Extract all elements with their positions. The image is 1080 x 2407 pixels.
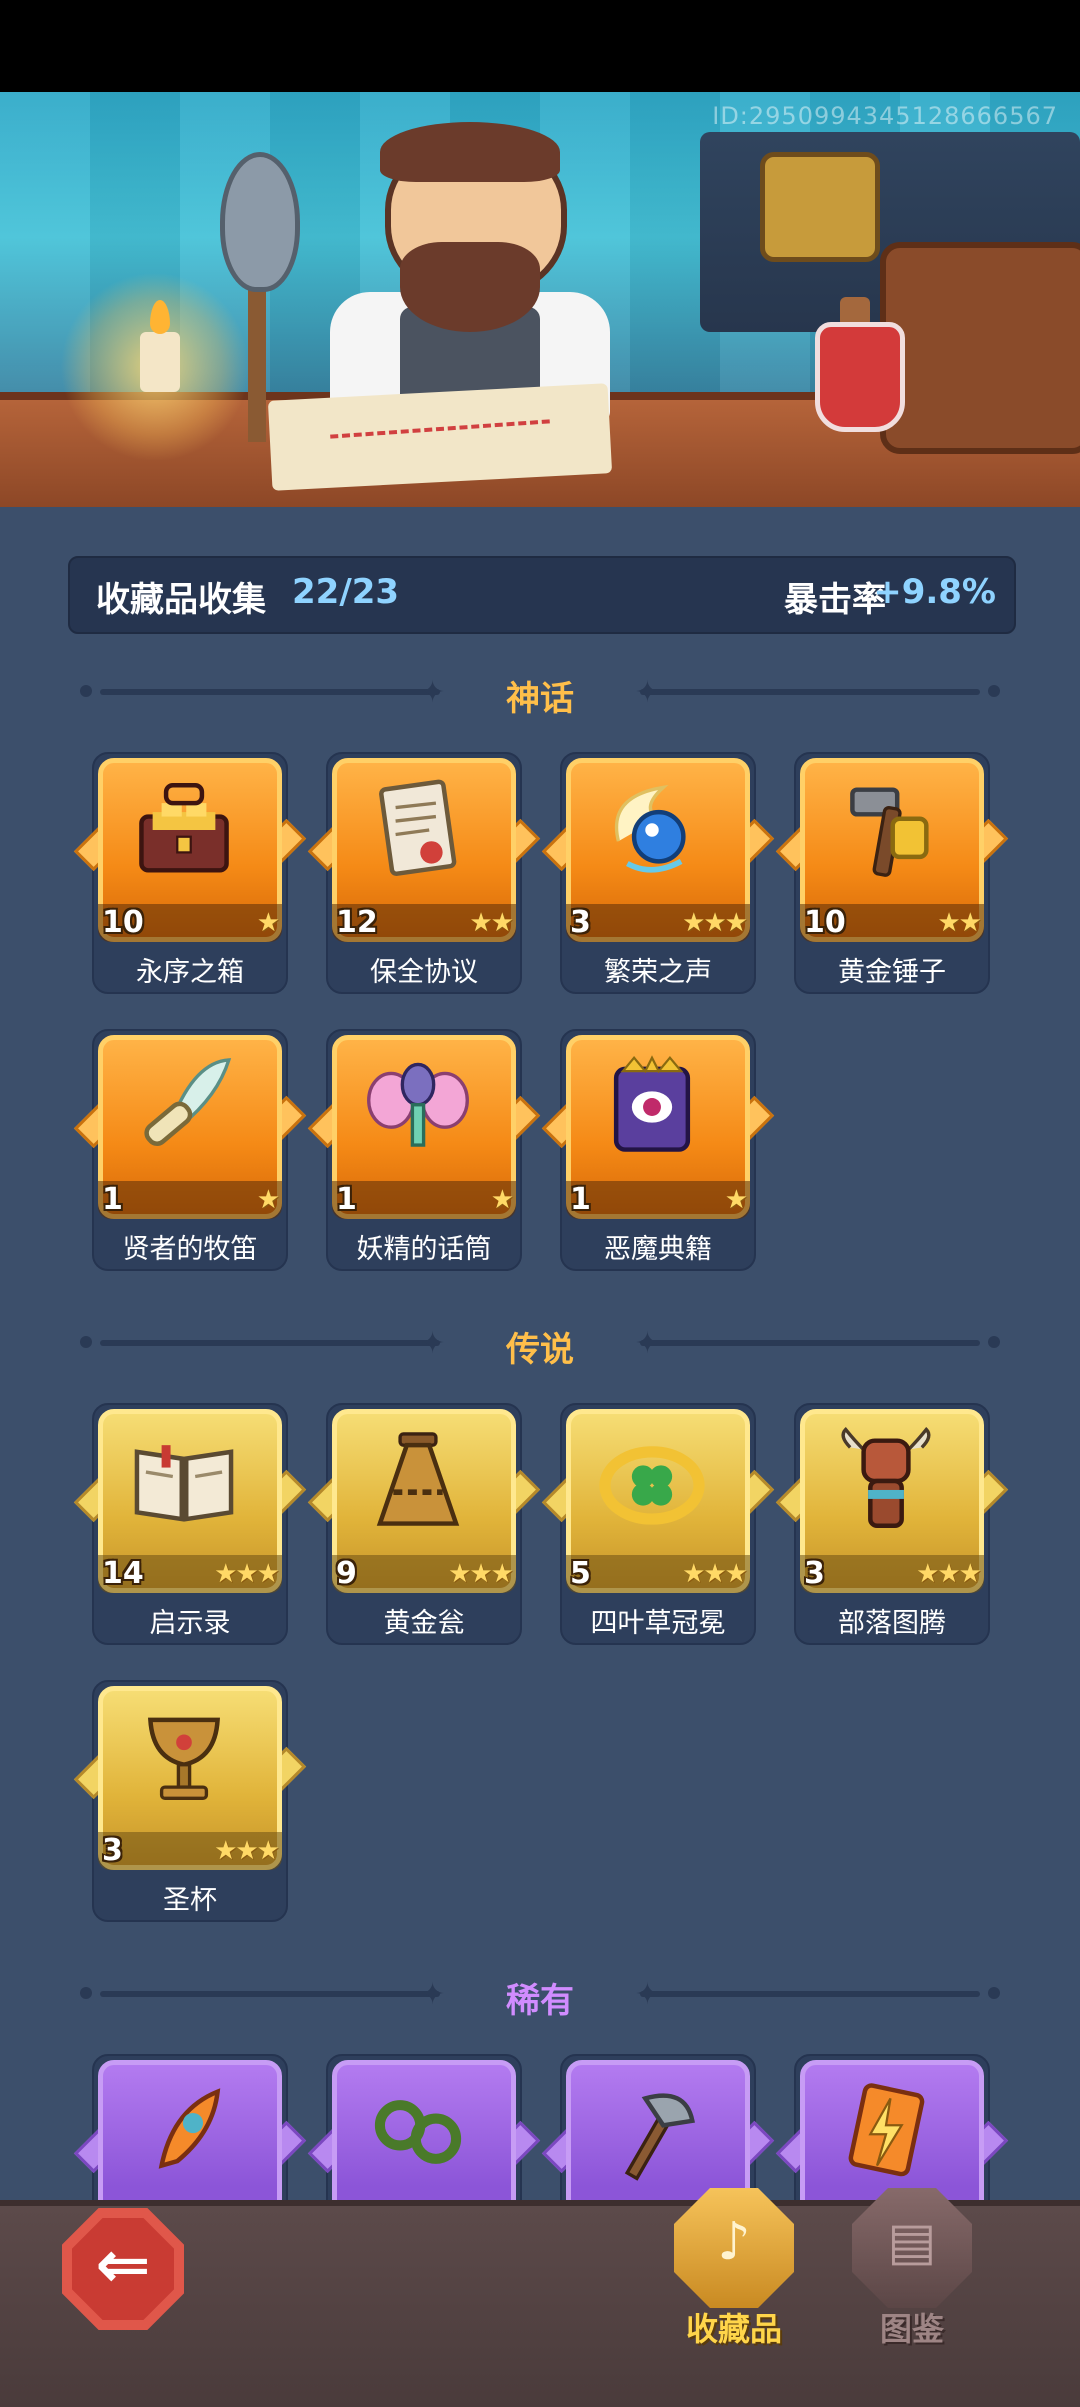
- golden-hammer-icon: [850, 787, 929, 877]
- item-name: 部落图腾: [838, 1608, 946, 1639]
- status-bar: [0, 0, 1080, 92]
- crit-rate-value: +9.8%: [873, 572, 996, 612]
- section-title-mythic: 神话: [506, 679, 574, 719]
- collectible-card[interactable]: 3 ★★★ 圣杯: [73, 1680, 307, 1922]
- dwarf-hair: [380, 122, 560, 182]
- item-name: 贤者的牧笛: [122, 1234, 258, 1265]
- item-name: 圣杯: [163, 1885, 217, 1916]
- tribal-mask-decoration: [760, 152, 880, 262]
- back-button[interactable]: ⇐: [62, 2208, 184, 2330]
- item-name: 启示录: [149, 1608, 231, 1639]
- item-name: 妖精的话筒: [356, 1234, 492, 1265]
- thorn-vine-icon: [374, 2100, 462, 2164]
- collectible-card[interactable]: 10 ★ 永序之箱: [73, 752, 307, 994]
- item-name: 恶魔典籍: [604, 1234, 712, 1265]
- tab-codex-label: 图鉴: [879, 2310, 944, 2348]
- item-name: 繁荣之声: [604, 957, 712, 988]
- open-book-icon: [134, 1445, 234, 1522]
- flame-feather-icon: [158, 2088, 221, 2169]
- item-level: 9: [336, 1556, 357, 1591]
- dwarf-beard: [400, 242, 540, 332]
- item-level: 1: [570, 1182, 591, 1217]
- candle-icon: [140, 332, 180, 392]
- star-rating: ★: [724, 1185, 748, 1215]
- collection-count: 22/23: [292, 572, 400, 612]
- lyre-icon: ♪: [717, 2212, 751, 2272]
- collectible-card[interactable]: 1 ★ 贤者的牧笛: [73, 1029, 307, 1271]
- fairy-microphone-icon: [367, 1062, 469, 1147]
- star-rating: ★★★: [916, 1559, 982, 1589]
- item-level: 5: [570, 1556, 591, 1591]
- collectible-card[interactable]: 9 ★★★ 黄金瓮: [307, 1403, 541, 1645]
- item-level: 10: [804, 905, 846, 940]
- collectible-card[interactable]: 3 ★★★ 部落图腾: [775, 1403, 1009, 1645]
- golden-urn-icon: [376, 1432, 460, 1526]
- tab-collection-label: 收藏品: [685, 2310, 782, 2348]
- tribal-totem-icon: [841, 1426, 931, 1529]
- collection-title: 收藏品收集: [96, 580, 266, 620]
- treasure-map: [267, 383, 613, 491]
- star-rating: ★★: [469, 908, 514, 938]
- collectible-card[interactable]: 3 ★★★ 繁荣之声: [541, 752, 775, 994]
- collectible-card[interactable]: 10 ★★ 黄金锤子: [775, 752, 1009, 994]
- axe-icon: [624, 2093, 695, 2181]
- demon-tome-icon: [613, 1055, 691, 1152]
- star-rating: ★★★: [682, 1559, 748, 1589]
- item-name: 四叶草冠冕: [590, 1608, 726, 1639]
- collectible-card[interactable]: 12 ★★ 保全协议: [307, 752, 541, 994]
- player-id: ID:2950994345128666567: [712, 102, 1058, 130]
- item-name: 永序之箱: [136, 957, 244, 988]
- star-rating: ★: [490, 1185, 514, 1215]
- item-level: 3: [102, 1833, 123, 1868]
- item-level: 1: [336, 1182, 357, 1217]
- scroll-document-icon: [379, 779, 457, 876]
- item-level: 14: [102, 1556, 144, 1591]
- star-rating: ★: [256, 908, 280, 938]
- shovel-icon: [220, 152, 300, 292]
- collectible-card[interactable]: 1 ★ 妖精的话筒: [307, 1029, 541, 1271]
- section-header-mythic: ✦ 神话 ✦: [80, 665, 1000, 719]
- spirit-orb-icon: [614, 784, 686, 873]
- item-name: 黄金瓮: [383, 1608, 465, 1639]
- item-name: 保全协议: [370, 957, 478, 988]
- star-rating: ★★★: [448, 1559, 514, 1589]
- star-rating: ★★★: [214, 1836, 280, 1866]
- item-name: 黄金锤子: [838, 957, 946, 988]
- feather-flute-icon: [144, 1058, 232, 1146]
- item-level: 1: [102, 1182, 123, 1217]
- holy-grail-icon: [148, 1717, 220, 1800]
- crit-rate-label: 暴击率: [784, 580, 886, 620]
- red-potion-icon: [815, 322, 905, 432]
- star-rating: ★★: [937, 908, 982, 938]
- shovel-handle: [248, 272, 266, 442]
- item-level: 10: [102, 905, 144, 940]
- section-title-legend: 传说: [506, 1330, 574, 1370]
- star-rating: ★: [256, 1185, 280, 1215]
- item-level: 3: [804, 1556, 825, 1591]
- star-rating: ★★★: [682, 908, 748, 938]
- item-level: 3: [570, 905, 591, 940]
- section-header-rare: ✦ 稀有 ✦: [80, 1967, 1000, 2021]
- back-arrow-icon: ⇐: [95, 2226, 151, 2303]
- clover-crown-icon: [599, 1446, 705, 1525]
- collectible-card[interactable]: 1 ★ 恶魔典籍: [541, 1029, 775, 1271]
- section-header-legend: ✦ 传说 ✦: [80, 1316, 1000, 1370]
- lightning-card-icon: [848, 2083, 925, 2177]
- collectible-card[interactable]: 14 ★★★ 启示录: [73, 1403, 307, 1645]
- book-icon: ▤: [887, 2212, 937, 2272]
- tab-collection[interactable]: ♪ 收藏品: [664, 2188, 804, 2358]
- treasure-chest-icon: [139, 782, 229, 873]
- item-level: 12: [336, 905, 378, 940]
- collectible-card[interactable]: 5 ★★★ 四叶草冠冕: [541, 1403, 775, 1645]
- wooden-chest-decoration: [880, 242, 1080, 454]
- star-rating: ★★★: [214, 1559, 280, 1589]
- section-title-rare: 稀有: [506, 1981, 574, 2021]
- tab-codex[interactable]: ▤ 图鉴: [842, 2188, 982, 2358]
- shop-banner: ID:2950994345128666567: [0, 92, 1080, 507]
- collection-stats-bar: 收藏品收集 22/23 暴击率 +9.8%: [68, 556, 1016, 634]
